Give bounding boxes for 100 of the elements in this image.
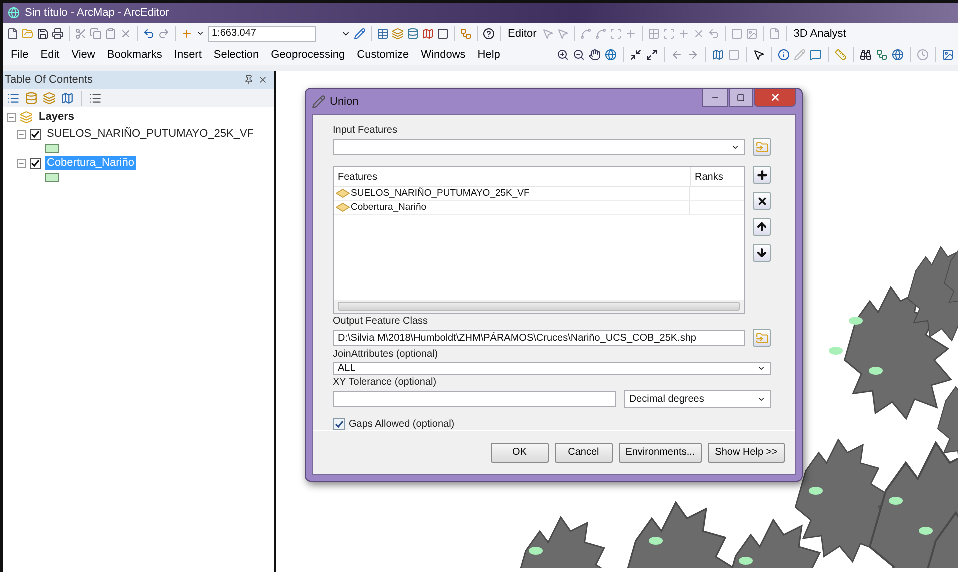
panel-title: Table Of Contents <box>5 74 94 86</box>
remove-button[interactable] <box>753 192 771 210</box>
caret-icon[interactable] <box>196 29 205 38</box>
zoom-out-icon[interactable] <box>573 48 585 60</box>
field-label: XY Tolerance (optional) <box>333 377 438 388</box>
hierarchy-icon[interactable] <box>876 48 888 60</box>
browse-button[interactable] <box>753 329 771 347</box>
delete-icon[interactable] <box>120 28 132 40</box>
menu-item[interactable]: Customize <box>353 48 414 60</box>
pan-icon[interactable] <box>589 48 601 60</box>
maximize-icon <box>737 94 745 102</box>
globe-icon[interactable] <box>605 48 617 60</box>
menu-item[interactable]: Help <box>474 48 504 60</box>
window-title: Sin título - ArcMap - ArcEditor <box>25 7 170 19</box>
input-features-field[interactable] <box>333 139 745 155</box>
diamond-icon <box>336 203 350 212</box>
editor-menu[interactable]: Editor <box>506 28 539 40</box>
expander[interactable] <box>17 130 26 138</box>
clipboard-icon[interactable] <box>105 28 117 40</box>
xy-tolerance-field[interactable] <box>333 391 616 407</box>
units-dropdown[interactable]: Decimal degrees <box>624 390 771 408</box>
browse-button[interactable] <box>753 138 771 156</box>
plus-icon <box>756 168 768 182</box>
cross-icon <box>756 196 768 206</box>
pin-icon[interactable] <box>244 75 254 85</box>
feature-name: Cobertura_Nariño <box>351 202 427 213</box>
layer-checkbox[interactable] <box>30 128 41 140</box>
zoom-in-icon[interactable] <box>557 48 569 60</box>
close-icon <box>770 92 780 103</box>
caret-icon <box>757 364 766 373</box>
image-icon[interactable] <box>942 48 954 60</box>
horizontal-scrollbar[interactable] <box>334 300 744 313</box>
back-icon[interactable] <box>671 48 683 60</box>
arrow-up-icon <box>756 221 768 233</box>
copy-icon[interactable] <box>90 28 102 40</box>
analyst-menu[interactable]: 3D Analyst <box>792 28 848 40</box>
layers-icon[interactable] <box>43 92 56 104</box>
table-cell[interactable]: SUELOS_NARIÑO_PUTUMAYO_25K_VF <box>334 187 690 200</box>
options-icon[interactable] <box>89 92 102 104</box>
layer-label[interactable]: SUELOS_NARIÑO_PUTUMAYO_25K_VF <box>45 127 256 141</box>
menu-item[interactable]: Selection <box>210 48 264 60</box>
window-icon[interactable] <box>437 28 449 40</box>
scale-field[interactable]: 1:663.047 <box>208 26 316 42</box>
minimize-button[interactable] <box>702 89 728 107</box>
menu-item[interactable]: Edit <box>36 48 64 60</box>
ruler-icon[interactable] <box>835 48 847 60</box>
layer-group-label[interactable]: Layers <box>37 110 76 124</box>
menu-item[interactable]: Windows <box>417 48 470 60</box>
database-icon[interactable] <box>25 92 38 104</box>
list-icon[interactable] <box>7 92 20 104</box>
feature-name: SUELOS_NARIÑO_PUTUMAYO_25K_VF <box>351 188 530 199</box>
dialog-button[interactable]: Environments... <box>618 442 702 462</box>
pointer-icon[interactable] <box>753 48 765 60</box>
redo-icon[interactable] <box>158 28 170 40</box>
undo-icon[interactable] <box>143 28 155 40</box>
menu-item[interactable]: Bookmarks <box>103 48 166 60</box>
layer-checkbox[interactable] <box>30 158 41 168</box>
table-cell[interactable]: Cobertura_Nariño <box>334 201 690 214</box>
expander[interactable] <box>7 112 16 122</box>
table-icon[interactable] <box>377 28 389 40</box>
scissors-icon[interactable] <box>75 28 87 40</box>
close-icon[interactable] <box>258 75 268 85</box>
maximize-button[interactable] <box>729 89 753 107</box>
checkbox-label: Gaps Allowed (optional) <box>349 418 455 430</box>
diamond-icon <box>336 189 350 198</box>
move-down-button[interactable] <box>753 244 771 262</box>
dialog-button[interactable]: OK <box>490 442 549 462</box>
menu-item[interactable]: Geoprocessing <box>267 48 350 60</box>
menu-item[interactable]: View <box>68 48 100 60</box>
legend-swatch <box>45 144 59 153</box>
dialog-button[interactable]: Show Help >> <box>708 442 785 462</box>
join-attributes-dropdown[interactable]: ALL <box>333 362 771 375</box>
map-icon[interactable] <box>422 28 434 40</box>
pencil-icon[interactable] <box>354 28 366 40</box>
column-header: Ranks <box>690 167 744 186</box>
layers-icon <box>20 110 33 124</box>
dialog-button[interactable]: Cancel <box>554 442 613 462</box>
new-document-icon[interactable] <box>7 28 19 40</box>
menu-item[interactable]: File <box>7 48 33 60</box>
field-label: Input Features <box>333 125 398 136</box>
output-path-field[interactable]: D:\Silvia M\2018\Humboldt\ZHM\PÁRAMOS\Cruces\Nariño_UCS_COB_25K.shp <box>333 330 745 346</box>
message-icon[interactable] <box>810 48 822 60</box>
forward-icon[interactable] <box>687 48 699 60</box>
expander[interactable] <box>17 158 26 168</box>
add-button[interactable] <box>753 166 771 184</box>
help-icon[interactable] <box>483 28 495 40</box>
close-button[interactable] <box>754 89 796 107</box>
map-icon[interactable] <box>61 92 74 104</box>
layers-icon[interactable] <box>392 28 404 40</box>
dialog-title: Union <box>330 96 359 108</box>
move-up-button[interactable] <box>753 218 771 236</box>
printer-icon[interactable] <box>52 28 64 40</box>
menu-item[interactable]: Insert <box>170 48 206 60</box>
save-icon[interactable] <box>37 28 49 40</box>
gaps-checkbox[interactable] <box>333 418 345 430</box>
app-icon <box>8 7 20 19</box>
column-header: Features <box>337 171 378 185</box>
info-icon[interactable] <box>778 48 790 60</box>
binoculars-icon[interactable] <box>860 48 872 60</box>
database-icon[interactable] <box>407 28 419 40</box>
